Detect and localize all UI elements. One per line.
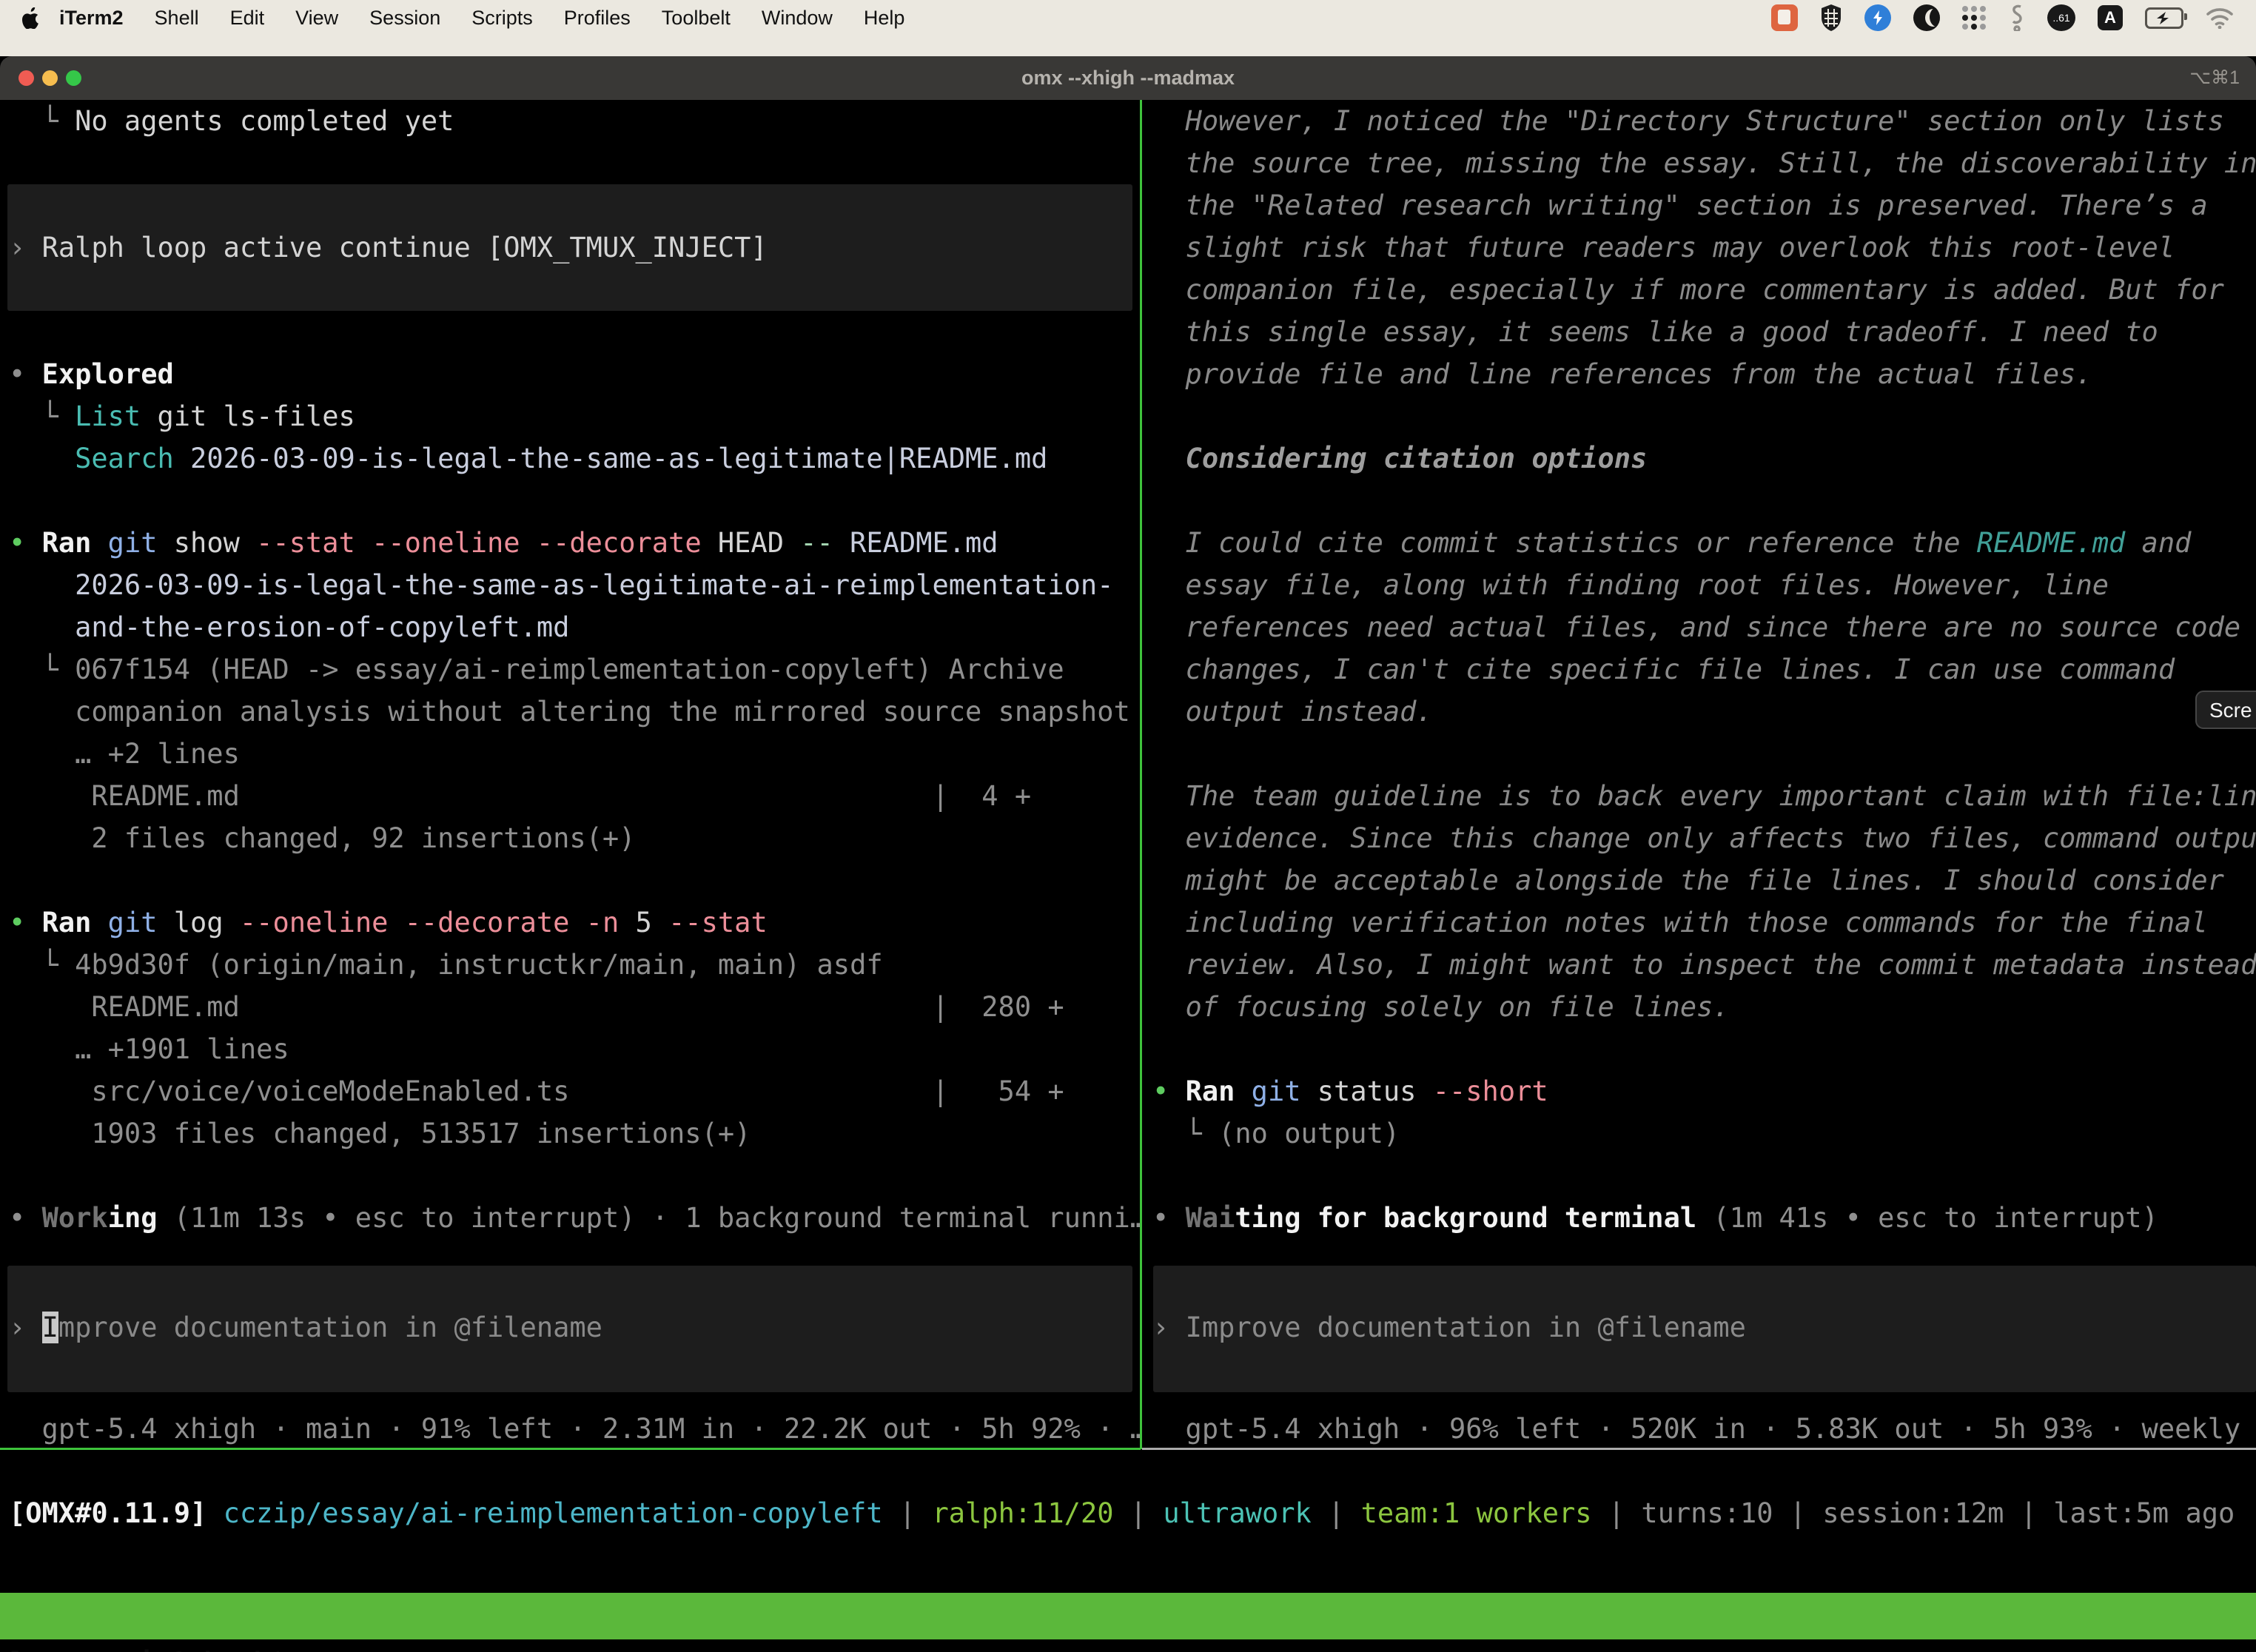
window-shortcut-badge: ⌥⌘1 (2189, 56, 2240, 100)
percent-badge-icon[interactable]: ..61 (2047, 4, 2075, 31)
menu-item-profiles[interactable]: Profiles (548, 7, 646, 29)
tmux-status-bar: [omx-cczip0:bash* "MacBook-Pro-44.local"… (0, 1593, 2256, 1639)
screen-share-button[interactable]: Scre (2195, 691, 2256, 729)
battery-icon[interactable] (2145, 7, 2183, 29)
pane-border-left-bottom (0, 1448, 1141, 1450)
menu-item-shell[interactable]: Shell (139, 7, 215, 29)
menu-item-iterm2[interactable]: iTerm2 (50, 7, 139, 29)
pane-divider[interactable] (1140, 100, 1142, 1449)
lightning-badge-icon[interactable] (1864, 4, 1891, 31)
menu-item-scripts[interactable]: Scripts (456, 7, 548, 29)
terminal-line: [OMX#0.11.9] cczip/essay/ai-reimplementa… (9, 1492, 2235, 1534)
dots-grid-icon[interactable] (1962, 6, 1987, 30)
menu-bar: iTerm2ShellEditViewSessionScriptsProfile… (0, 0, 2256, 36)
squiggle-icon[interactable] (2009, 4, 2025, 31)
apple-menu-icon[interactable] (22, 7, 40, 29)
screenshot-app-icon[interactable] (1771, 4, 1798, 31)
menu-items: iTerm2ShellEditViewSessionScriptsProfile… (50, 7, 920, 30)
window-title: omx --xhigh --madmax (0, 56, 2256, 100)
window-titlebar[interactable]: omx --xhigh --madmax ⌥⌘1 (0, 56, 2256, 100)
tmux-session-label[interactable]: [omx-cczip0:bash* (6, 1639, 286, 1652)
battery-nub (2184, 13, 2187, 20)
desktop-background: iTerm2ShellEditViewSessionScriptsProfile… (0, 0, 2256, 56)
menu-item-help[interactable]: Help (848, 7, 921, 29)
iterm-window: omx --xhigh --madmax ⌥⌘1 └ No agents com… (0, 56, 2256, 1652)
pane-border-right-bottom (1142, 1448, 2256, 1450)
wifi-icon[interactable] (2206, 7, 2234, 29)
input-source-icon[interactable]: A (2098, 5, 2123, 30)
screenshot-app-icon-inner (1778, 10, 1790, 24)
menu-item-edit[interactable]: Edit (215, 7, 281, 29)
moon-icon[interactable] (1913, 4, 1940, 31)
menu-item-toolbelt[interactable]: Toolbelt (646, 7, 746, 29)
menu-item-view[interactable]: View (280, 7, 354, 29)
terminal-area[interactable]: └ No agents completed yet› Ralph loop ac… (0, 100, 2256, 1652)
menu-item-window[interactable]: Window (746, 7, 848, 29)
menubar-status-icons: ..61 A (1771, 4, 2234, 31)
menu-item-session[interactable]: Session (354, 7, 456, 29)
shield-icon[interactable] (1820, 4, 1842, 31)
omx-status-line: [OMX#0.11.9] cczip/essay/ai-reimplementa… (0, 100, 2256, 1652)
